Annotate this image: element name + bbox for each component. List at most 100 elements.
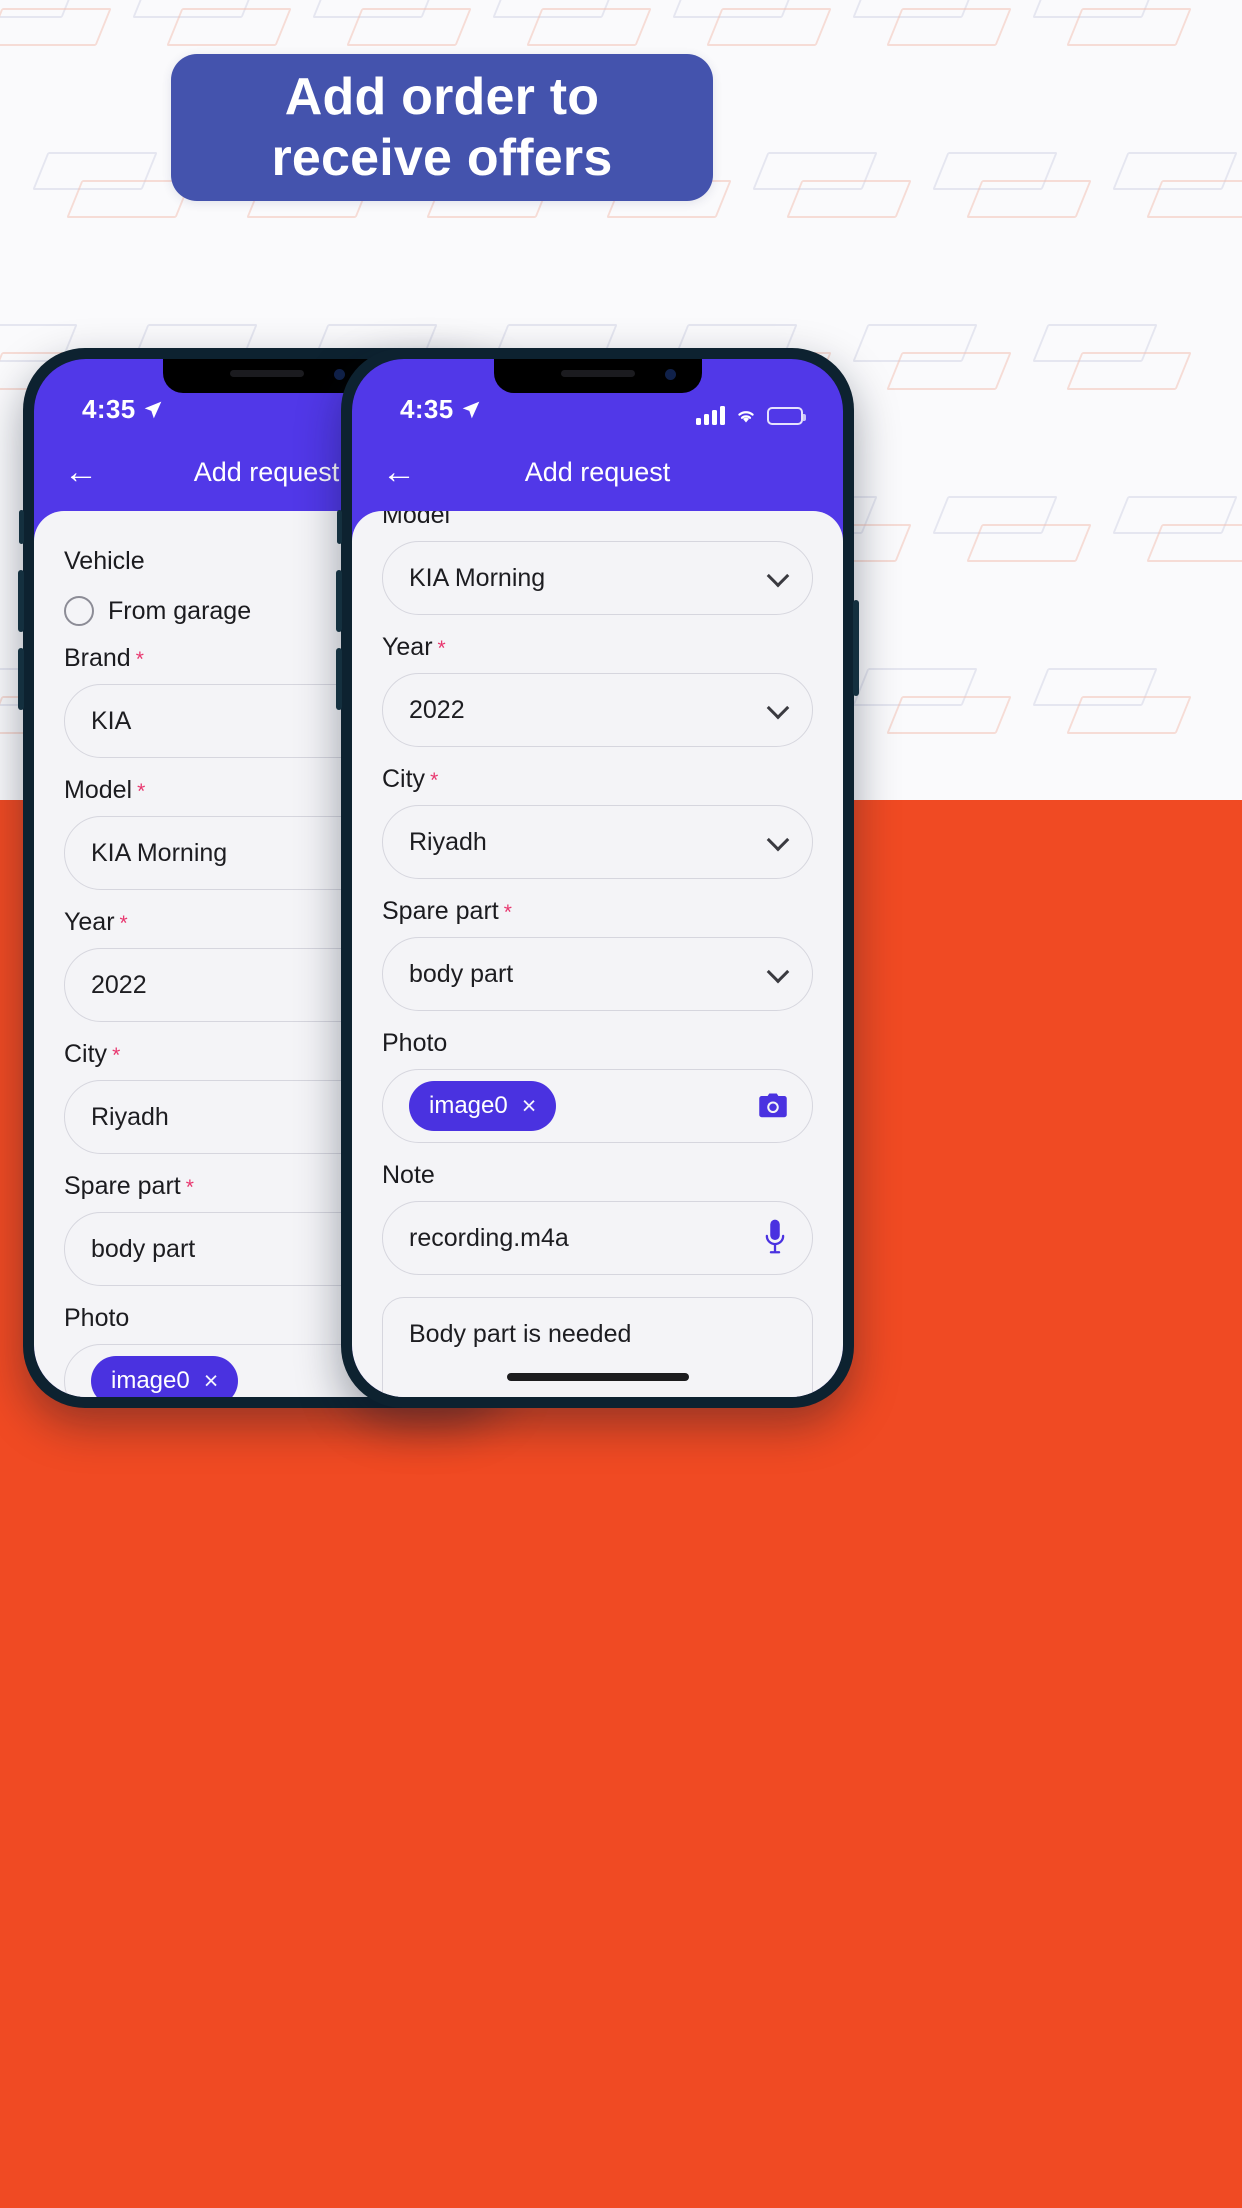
- field-label-text: Model: [382, 511, 451, 529]
- pattern-shape: [852, 324, 1012, 404]
- field-label-text: Note: [382, 1161, 435, 1189]
- select-value: 2022: [91, 970, 147, 999]
- select-value: 2022: [409, 695, 465, 724]
- description-textarea[interactable]: Body part is needed: [382, 1297, 813, 1397]
- volume-down-button[interactable]: [336, 648, 342, 710]
- required-asterisk: *: [137, 780, 146, 803]
- field-label-text: Spare part: [64, 1172, 181, 1200]
- pattern-shape: [492, 0, 652, 60]
- form-sheet-right: Model KIA Morning Year * 2022 City * Riyadh Spar…: [352, 511, 843, 1397]
- field-label-text: Year: [382, 633, 433, 661]
- pattern-shape: [132, 0, 292, 60]
- select-field[interactable]: 2022: [382, 673, 813, 747]
- photo-field[interactable]: image0 ×: [382, 1069, 813, 1143]
- pattern-shape: [752, 152, 912, 232]
- select-value: Riyadh: [409, 827, 487, 856]
- field-label-text: City: [64, 1040, 108, 1068]
- close-icon[interactable]: ×: [204, 1368, 219, 1394]
- required-asterisk: *: [135, 648, 144, 671]
- pattern-shape: [312, 0, 472, 60]
- chevron-down-icon: [766, 960, 790, 984]
- earpiece-speaker: [560, 370, 635, 377]
- field-label: City *: [382, 765, 813, 794]
- power-button[interactable]: [853, 600, 859, 696]
- photo-chip-label: image0: [111, 1367, 190, 1394]
- wifi-icon: [738, 411, 754, 423]
- microphone-icon[interactable]: [764, 1219, 786, 1257]
- pattern-shape: [852, 0, 1012, 60]
- volume-down-button[interactable]: [18, 648, 24, 710]
- pattern-shape: [32, 152, 192, 232]
- select-field[interactable]: Riyadh: [382, 805, 813, 879]
- phone-screen-right: 4:35 ← Add request Model KIA Morning Yea…: [352, 359, 843, 1397]
- pattern-shape: [852, 668, 1012, 748]
- volume-up-button[interactable]: [18, 570, 24, 632]
- photo-chip[interactable]: image0 ×: [91, 1356, 239, 1397]
- field-label-text: City: [382, 765, 426, 793]
- headline-line-2: receive offers: [271, 128, 613, 187]
- phone-mockup-right: 4:35 ← Add request Model KIA Morning Yea…: [336, 348, 859, 1408]
- field-label: Note: [382, 1161, 813, 1190]
- select-value: Riyadh: [91, 1102, 169, 1131]
- field-label-text: Year: [64, 908, 115, 936]
- radio-option-label: From garage: [108, 596, 252, 625]
- radio-button-icon[interactable]: [64, 596, 94, 626]
- field-label: Spare part *: [382, 897, 813, 926]
- required-asterisk: *: [112, 1044, 121, 1067]
- page-title: Add request: [524, 456, 671, 487]
- radio-option-from-garage[interactable]: From garage: [64, 596, 251, 626]
- notch: [162, 359, 371, 393]
- battery-icon: [767, 406, 806, 425]
- field-label: Model: [382, 511, 813, 530]
- pattern-shape: [1112, 496, 1242, 576]
- notch: [493, 359, 702, 393]
- required-asterisk: *: [185, 1176, 194, 1199]
- back-arrow-icon[interactable]: ←: [382, 455, 416, 489]
- location-arrow-icon: [144, 401, 161, 418]
- field-label-text: Spare part: [382, 897, 499, 925]
- chevron-down-icon: [766, 828, 790, 852]
- required-asterisk: *: [430, 769, 439, 792]
- select-field[interactable]: body part: [382, 937, 813, 1011]
- photo-chip[interactable]: image0 ×: [409, 1081, 557, 1131]
- front-camera: [333, 369, 345, 380]
- select-value: body part: [409, 959, 514, 988]
- form-body-right: Model KIA Morning Year * 2022 City * Riyadh Spar…: [382, 511, 813, 1397]
- chevron-down-icon: [766, 696, 790, 720]
- required-asterisk: *: [437, 637, 446, 660]
- select-value: body part: [91, 1234, 196, 1263]
- pattern-shape: [1032, 0, 1192, 60]
- silence-switch[interactable]: [19, 510, 24, 544]
- select-field[interactable]: KIA Morning: [382, 541, 813, 615]
- select-value: KIA: [91, 706, 132, 735]
- field-label-text: Vehicle: [64, 547, 145, 575]
- front-camera: [664, 369, 676, 380]
- field-label: Photo: [382, 1029, 813, 1058]
- photo-chip-label: image0: [429, 1092, 508, 1119]
- location-arrow-icon: [462, 401, 479, 418]
- navbar-right: ← Add request: [352, 433, 843, 511]
- field-label: Year *: [382, 633, 813, 662]
- note-field[interactable]: recording.m4a: [382, 1201, 813, 1275]
- camera-icon[interactable]: [758, 1092, 788, 1120]
- status-time: 4:35: [68, 394, 163, 425]
- home-indicator[interactable]: [506, 1373, 689, 1381]
- status-time: 4:35: [386, 394, 481, 425]
- required-asterisk: *: [119, 912, 128, 935]
- chevron-down-icon: [766, 564, 790, 588]
- pattern-shape: [932, 152, 1092, 232]
- back-arrow-icon[interactable]: ←: [64, 455, 98, 489]
- required-asterisk: *: [503, 901, 512, 924]
- field-label-text: Model: [64, 776, 133, 804]
- silence-switch[interactable]: [337, 510, 342, 544]
- pattern-shape: [1112, 152, 1242, 232]
- pattern-shape: [1032, 324, 1192, 404]
- promo-graphic: Add order to receive offers 4:35 ← Add r…: [0, 0, 1242, 2208]
- volume-up-button[interactable]: [336, 570, 342, 632]
- status-time-text: 4:35: [400, 394, 454, 424]
- field-label-text: Brand: [64, 644, 131, 672]
- pattern-shape: [0, 0, 112, 60]
- close-icon[interactable]: ×: [522, 1093, 537, 1119]
- status-time-text: 4:35: [82, 394, 136, 424]
- note-value: recording.m4a: [409, 1223, 569, 1252]
